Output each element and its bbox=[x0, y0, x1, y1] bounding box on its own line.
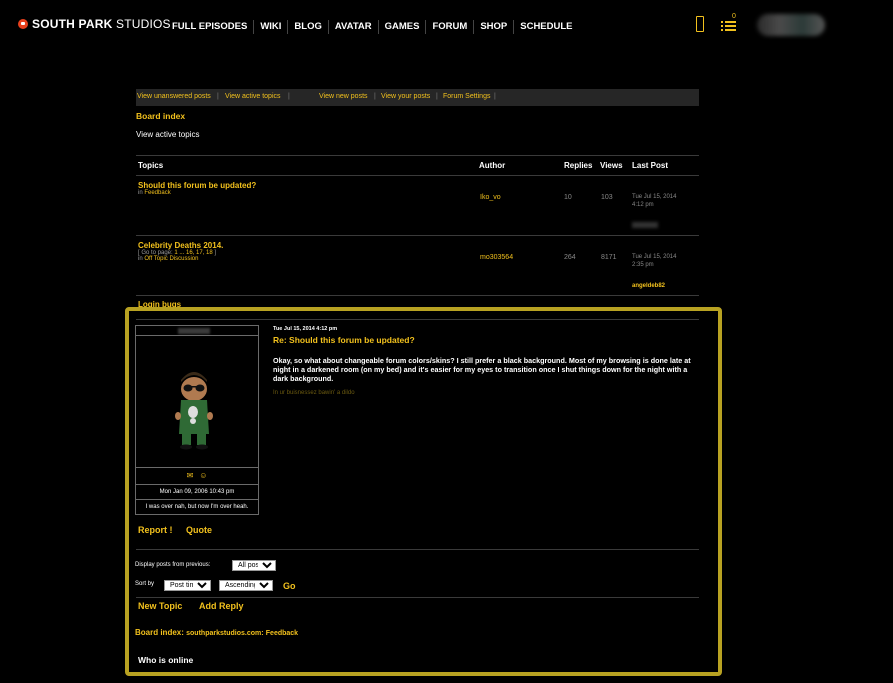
nav-full-episodes[interactable]: FULL EPISODES bbox=[166, 20, 255, 34]
topic-last-post: Tue Jul 15, 2014 2:35 pm bbox=[632, 254, 677, 268]
breadcrumb-board-index[interactable]: Board index bbox=[136, 111, 185, 121]
topic-forum-link[interactable]: Off Topic Discussion bbox=[144, 256, 198, 262]
forum-settings-link[interactable]: Forum Settings bbox=[443, 93, 490, 100]
topic-author-link[interactable]: Iko_vo bbox=[480, 194, 501, 201]
user-avatar[interactable] bbox=[757, 14, 825, 36]
page-title: View active topics bbox=[136, 130, 200, 139]
table-row: Should this forum be updated? in Feedbac… bbox=[138, 181, 257, 196]
topic-replies: 10 bbox=[564, 194, 572, 201]
nav-shop[interactable]: SHOP bbox=[474, 20, 515, 34]
topic-views: 8171 bbox=[601, 254, 617, 261]
mobile-phone-icon[interactable] bbox=[696, 16, 704, 32]
table-row: Celebrity Deaths 2014. [ Go to page: 1 .… bbox=[138, 241, 224, 262]
menu-badge: 0 bbox=[732, 13, 736, 20]
col-header-replies: Replies bbox=[564, 161, 593, 170]
view-unanswered-link[interactable]: View unanswered posts bbox=[137, 93, 211, 100]
forum-link-bar: View unanswered posts | View active topi… bbox=[136, 89, 699, 106]
topic-author-link[interactable]: mo303564 bbox=[480, 254, 513, 261]
view-your-posts-link[interactable]: View your posts bbox=[381, 93, 430, 100]
site-logo[interactable]: SOUTH PARK STUDIOS bbox=[18, 17, 171, 31]
view-active-link[interactable]: View active topics bbox=[225, 93, 281, 100]
last-post-author-blurred[interactable] bbox=[632, 222, 658, 228]
highlight-frame bbox=[125, 307, 722, 676]
topic-replies: 264 bbox=[564, 254, 576, 261]
logo-name-bold: SOUTH PARK bbox=[32, 17, 113, 31]
col-header-author: Author bbox=[479, 161, 506, 170]
nav-forum[interactable]: FORUM bbox=[426, 20, 475, 34]
nav-blog[interactable]: BLOG bbox=[288, 20, 329, 34]
nav-avatar[interactable]: AVATAR bbox=[329, 20, 379, 34]
view-new-posts-link[interactable]: View new posts bbox=[319, 93, 368, 100]
topic-title-link[interactable]: Should this forum be updated? bbox=[138, 181, 256, 190]
topic-views: 103 bbox=[601, 194, 613, 201]
nav-wiki[interactable]: WIKI bbox=[254, 20, 289, 34]
main-nav: FULL EPISODES WIKI BLOG AVATAR GAMES FOR… bbox=[166, 20, 579, 34]
col-header-views: Views bbox=[600, 161, 623, 170]
nav-schedule[interactable]: SCHEDULE bbox=[514, 20, 578, 34]
topic-last-post: Tue Jul 15, 2014 4:12 pm bbox=[632, 194, 677, 208]
col-header-topics: Topics bbox=[138, 161, 164, 170]
col-header-last-post: Last Post bbox=[632, 161, 669, 170]
topic-title-link[interactable]: Celebrity Deaths 2014. bbox=[138, 241, 223, 250]
logo-icon bbox=[18, 19, 28, 29]
logo-name-light: STUDIOS bbox=[112, 17, 171, 31]
last-post-author-link[interactable]: angeldeb82 bbox=[632, 283, 665, 289]
nav-games[interactable]: GAMES bbox=[379, 20, 427, 34]
menu-list-icon[interactable]: 0 bbox=[721, 13, 737, 33]
topic-forum-link[interactable]: Feedback bbox=[144, 190, 170, 196]
